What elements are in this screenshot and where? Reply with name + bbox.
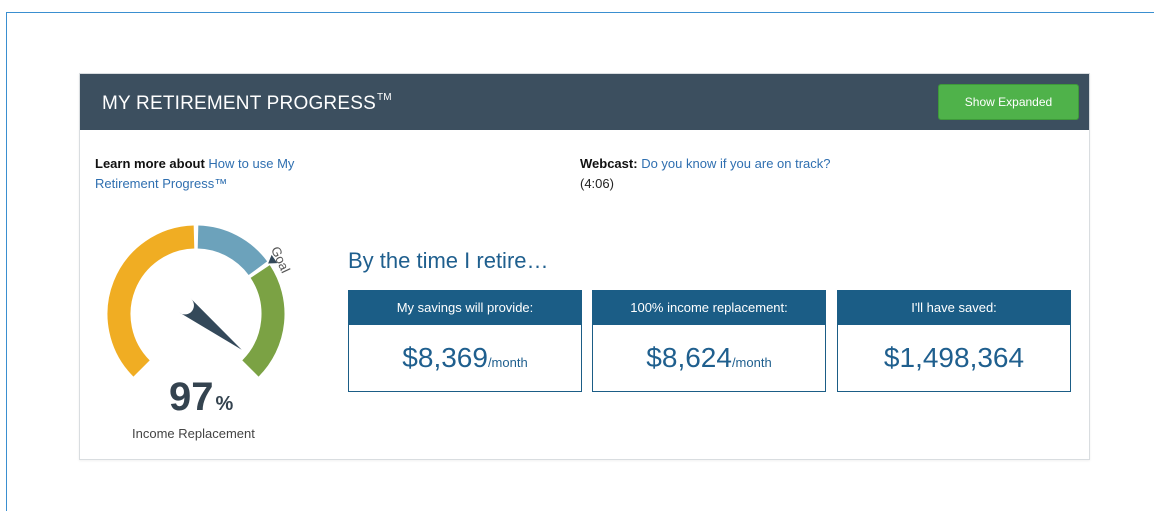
card-label: 100% income replacement: [593, 291, 825, 325]
card-unit: /month [487, 355, 528, 370]
learn-more-section: Learn more about How to use My Retiremen… [95, 154, 355, 194]
gauge-arc-above-goal [242, 265, 285, 377]
webcast-label: Webcast: [580, 156, 638, 171]
income-replacement-gauge: Goal [107, 225, 293, 377]
card-amount: $8,624 [646, 342, 732, 373]
retire-heading: By the time I retire… [348, 248, 549, 273]
card-value: $8,624/month [593, 325, 825, 396]
widget-title-text: MY RETIREMENT PROGRESS [102, 93, 376, 114]
retirement-progress-widget: MY RETIREMENT PROGRESSTM Show Expanded L… [79, 73, 1090, 460]
card-amount: $8,369 [402, 342, 488, 373]
income-replacement-card: 100% income replacement: $8,624/month [592, 290, 826, 392]
card-value: $8,369/month [349, 325, 581, 396]
card-value: $1,498,364 [838, 325, 1070, 396]
card-label: My savings will provide: [349, 291, 581, 325]
learn-more-label: Learn more about [95, 156, 205, 171]
show-expanded-button[interactable]: Show Expanded [938, 84, 1079, 120]
income-replacement-caption: Income Replacement [132, 426, 255, 441]
percent-value: 97 [169, 375, 214, 419]
webcast-link[interactable]: Do you know if you are on track? [641, 156, 830, 171]
trademark-mark: TM [376, 92, 392, 103]
webcast-duration: (4:06) [580, 176, 614, 191]
webcast-section: Webcast: Do you know if you are on track… [580, 154, 840, 194]
card-unit: /month [731, 355, 772, 370]
savings-provide-card: My savings will provide: $8,369/month [348, 290, 582, 392]
widget-title: MY RETIREMENT PROGRESSTM [102, 92, 392, 115]
gauge-needle-icon [179, 298, 242, 350]
card-amount: $1,498,364 [883, 342, 1025, 373]
income-replacement-percent: 97% [169, 375, 233, 420]
widget-header: MY RETIREMENT PROGRESSTM Show Expanded [80, 74, 1089, 130]
gauge-arc-remaining [197, 225, 268, 276]
percent-symbol: % [215, 393, 234, 415]
gauge-arc-current [107, 225, 195, 377]
card-label: I'll have saved: [838, 291, 1070, 325]
total-saved-card: I'll have saved: $1,498,364 [837, 290, 1071, 392]
